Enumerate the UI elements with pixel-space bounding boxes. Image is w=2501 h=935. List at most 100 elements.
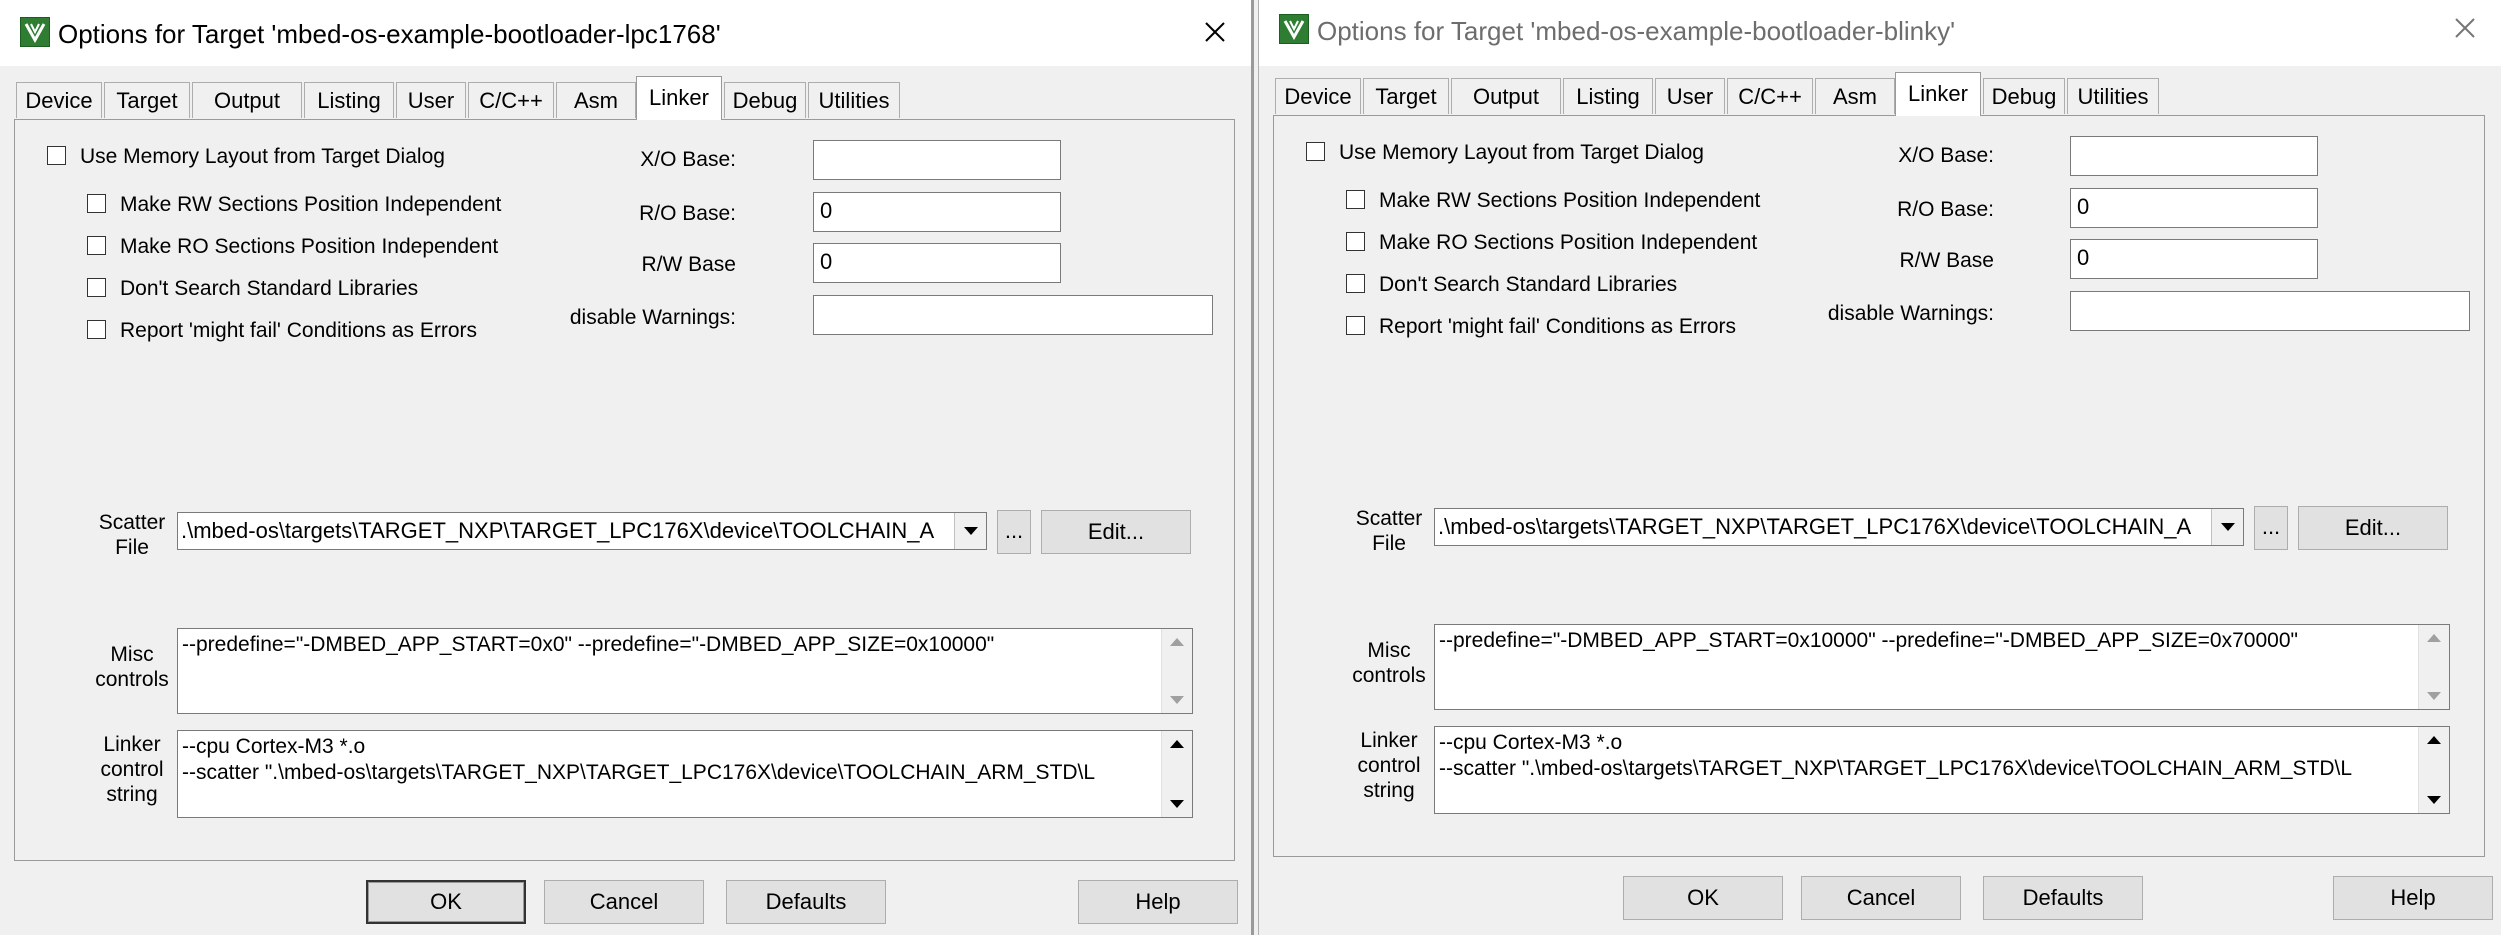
scatter-file-select[interactable]: .\mbed-os\targets\TARGET_NXP\TARGET_LPC1…: [177, 512, 987, 550]
dont-search-std-libs-checkbox[interactable]: Don't Search Standard Libraries: [1346, 272, 1677, 298]
window-title: Options for Target 'mbed-os-example-boot…: [1317, 16, 1956, 46]
xo-base-input[interactable]: [813, 140, 1061, 180]
tab-c-cpp[interactable]: C/C++: [1727, 78, 1813, 114]
linker-control-string-text: --cpu Cortex-M3 *.o --scatter ".\mbed-os…: [182, 735, 1096, 784]
edit-scatter-button[interactable]: Edit...: [1041, 510, 1191, 554]
misc-controls-textarea[interactable]: --predefine="-DMBED_APP_START=0x0" --pre…: [177, 628, 1193, 714]
scroll-down-arrow-icon[interactable]: [1162, 791, 1192, 817]
checkbox-box[interactable]: [1346, 315, 1365, 335]
tab-output[interactable]: Output: [1451, 78, 1561, 114]
tab-asm[interactable]: Asm: [556, 82, 636, 118]
checkbox-box[interactable]: [87, 277, 106, 297]
checkbox-box[interactable]: [87, 193, 106, 213]
tab-linker[interactable]: Linker: [636, 76, 722, 120]
linker-control-string-textarea[interactable]: --cpu Cortex-M3 *.o --scatter ".\mbed-os…: [177, 730, 1193, 818]
edit-scatter-button[interactable]: Edit...: [2298, 506, 2448, 550]
tab-user[interactable]: User: [1655, 78, 1725, 114]
checkbox-box[interactable]: [47, 145, 66, 165]
linker-control-string-scrollbar[interactable]: [1161, 731, 1192, 817]
scroll-up-arrow-icon[interactable]: [2419, 727, 2449, 753]
misc-controls-textarea[interactable]: --predefine="-DMBED_APP_START=0x10000" -…: [1434, 624, 2450, 710]
ok-button[interactable]: OK: [366, 880, 526, 924]
browse-scatter-button[interactable]: ...: [2254, 506, 2288, 550]
checkbox-box[interactable]: [1346, 189, 1365, 209]
defaults-button[interactable]: Defaults: [726, 880, 886, 924]
tab-listing[interactable]: Listing: [1563, 78, 1653, 114]
tab-linker[interactable]: Linker: [1895, 72, 1981, 116]
tab-output[interactable]: Output: [192, 82, 302, 118]
defaults-button[interactable]: Defaults: [1983, 876, 2143, 920]
scatter-file-label: Scatter File: [1355, 507, 1423, 555]
use-memory-layout-checkbox[interactable]: Use Memory Layout from Target Dialog: [1306, 140, 1704, 166]
tab-listing[interactable]: Listing: [304, 82, 394, 118]
linker-control-string-label: Linker control string: [1357, 729, 1421, 802]
disable-warnings-label: disable Warnings:: [1827, 302, 1994, 325]
misc-controls-scrollbar[interactable]: [2418, 625, 2449, 709]
cancel-button[interactable]: Cancel: [1801, 876, 1961, 920]
linker-tab-panel: Use Memory Layout from Target Dialog Mak…: [1273, 115, 2485, 857]
xo-base-label: X/O Base:: [1898, 144, 1994, 167]
help-button[interactable]: Help: [1078, 880, 1238, 924]
xo-base-input[interactable]: [2070, 136, 2318, 176]
dropdown-arrow-icon[interactable]: [2211, 509, 2243, 545]
checkbox-box[interactable]: [87, 319, 106, 339]
tab-debug[interactable]: Debug: [1983, 78, 2065, 114]
scroll-down-arrow-icon[interactable]: [2419, 683, 2449, 709]
use-memory-layout-checkbox[interactable]: Use Memory Layout from Target Dialog: [47, 144, 445, 170]
misc-controls-scrollbar[interactable]: [1161, 629, 1192, 713]
tab-c-cpp[interactable]: C/C++: [468, 82, 554, 118]
misc-controls-text: --predefine="-DMBED_APP_START=0x10000" -…: [1439, 629, 2298, 652]
misc-controls-text: --predefine="-DMBED_APP_START=0x0" --pre…: [182, 633, 995, 656]
ro-base-input[interactable]: 0: [2070, 188, 2318, 228]
scroll-up-arrow-icon[interactable]: [2419, 625, 2449, 651]
linker-control-string-text: --cpu Cortex-M3 *.o --scatter ".\mbed-os…: [1439, 731, 2353, 780]
rw-base-input[interactable]: 0: [2070, 239, 2318, 279]
browse-scatter-button[interactable]: ...: [997, 510, 1031, 554]
tab-device[interactable]: Device: [16, 82, 102, 118]
scroll-down-arrow-icon[interactable]: [1162, 687, 1192, 713]
tab-device[interactable]: Device: [1275, 78, 1361, 114]
scatter-file-label: Scatter File: [98, 511, 166, 559]
tab-strip: Device Target Output Listing User C/C++ …: [16, 76, 1251, 120]
ro-base-label: R/O Base:: [639, 202, 736, 225]
linker-control-string-textarea[interactable]: --cpu Cortex-M3 *.o --scatter ".\mbed-os…: [1434, 726, 2450, 814]
dropdown-arrow-icon[interactable]: [954, 513, 986, 549]
report-might-fail-checkbox[interactable]: Report 'might fail' Conditions as Errors: [87, 318, 477, 344]
ro-position-independent-checkbox[interactable]: Make RO Sections Position Independent: [1346, 230, 1757, 256]
options-dialog-blinky: Options for Target 'mbed-os-example-boot…: [1258, 0, 2501, 935]
scatter-file-select[interactable]: .\mbed-os\targets\TARGET_NXP\TARGET_LPC1…: [1434, 508, 2244, 546]
report-might-fail-checkbox[interactable]: Report 'might fail' Conditions as Errors: [1346, 314, 1736, 340]
tab-debug[interactable]: Debug: [724, 82, 806, 118]
rw-position-independent-checkbox[interactable]: Make RW Sections Position Independent: [87, 192, 501, 218]
linker-control-string-scrollbar[interactable]: [2418, 727, 2449, 813]
scroll-up-arrow-icon[interactable]: [1162, 731, 1192, 757]
checkbox-box[interactable]: [1346, 231, 1365, 251]
tab-utilities[interactable]: Utilities: [808, 82, 900, 118]
tab-asm[interactable]: Asm: [1815, 78, 1895, 114]
xo-base-label: X/O Base:: [640, 148, 736, 171]
scatter-file-value: .\mbed-os\targets\TARGET_NXP\TARGET_LPC1…: [181, 518, 935, 543]
ro-base-input[interactable]: 0: [813, 192, 1061, 232]
checkbox-box[interactable]: [1346, 273, 1365, 293]
ro-position-independent-checkbox[interactable]: Make RO Sections Position Independent: [87, 234, 498, 260]
tab-utilities[interactable]: Utilities: [2067, 78, 2159, 114]
help-button[interactable]: Help: [2333, 876, 2493, 920]
checkbox-box[interactable]: [87, 235, 106, 255]
cancel-button[interactable]: Cancel: [544, 880, 704, 924]
rw-base-input[interactable]: 0: [813, 243, 1061, 283]
close-icon[interactable]: [2443, 6, 2487, 50]
rw-position-independent-checkbox[interactable]: Make RW Sections Position Independent: [1346, 188, 1760, 214]
ok-button[interactable]: OK: [1623, 876, 1783, 920]
disable-warnings-input[interactable]: [813, 295, 1213, 335]
scroll-down-arrow-icon[interactable]: [2419, 787, 2449, 813]
tab-target[interactable]: Target: [104, 82, 190, 118]
disable-warnings-label: disable Warnings:: [569, 306, 736, 329]
close-icon[interactable]: [1193, 10, 1237, 54]
checkbox-box[interactable]: [1306, 141, 1325, 161]
scroll-up-arrow-icon[interactable]: [1162, 629, 1192, 655]
tab-target[interactable]: Target: [1363, 78, 1449, 114]
dont-search-std-libs-checkbox[interactable]: Don't Search Standard Libraries: [87, 276, 418, 302]
tab-user[interactable]: User: [396, 82, 466, 118]
disable-warnings-input[interactable]: [2070, 291, 2470, 331]
title-bar: Options for Target 'mbed-os-example-boot…: [1259, 0, 2501, 66]
